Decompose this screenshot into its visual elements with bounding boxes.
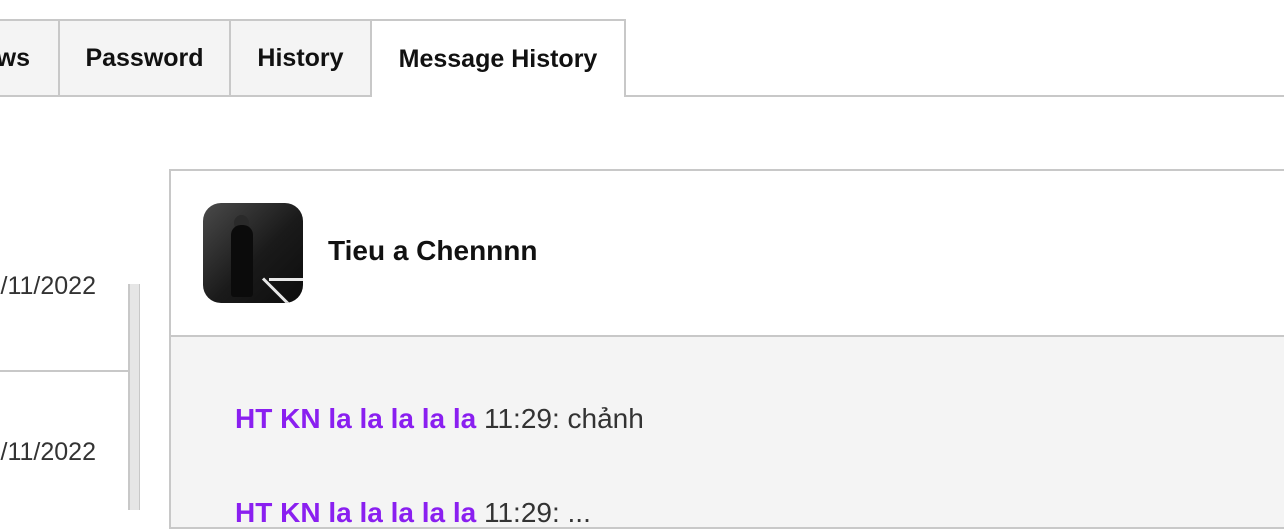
tab-bar-divider — [0, 95, 1284, 97]
avatar-stripe — [269, 278, 303, 281]
tab-label: History — [257, 43, 344, 72]
avatar-figure-shape — [231, 225, 253, 297]
conversation-list-item[interactable]: /11/2022 — [0, 272, 130, 372]
tab-message-history[interactable]: Message History — [370, 19, 626, 97]
tab-bar: ws Password History Message History — [0, 0, 1284, 97]
tab-password[interactable]: Password — [58, 19, 231, 95]
conversation-list-item[interactable]: /11/2022 — [0, 372, 130, 510]
message-text: 11:29: ... — [476, 497, 591, 528]
tab-news[interactable]: ws — [0, 19, 60, 95]
message-list: HT KN la la la la la 11:29: chảnh HT KN … — [171, 337, 1284, 531]
message-text: 11:29: chảnh — [476, 403, 644, 434]
tab-label: Password — [85, 43, 204, 72]
list-scrollbar[interactable] — [130, 284, 140, 510]
message-sender[interactable]: HT KN la la la la la — [235, 403, 476, 434]
message: HT KN la la la la la 11:29: chảnh — [235, 403, 644, 435]
tab-label: Message History — [398, 44, 598, 73]
tab-history[interactable]: History — [229, 19, 372, 95]
conversation-date: /11/2022 — [0, 272, 96, 300]
message-sender[interactable]: HT KN la la la la la — [235, 497, 476, 528]
chat-header: Tieu a Chennnn — [171, 171, 1284, 337]
contact-avatar[interactable] — [203, 203, 303, 303]
contact-name: Tieu a Chennnn — [328, 235, 538, 266]
chat-panel: Tieu a Chennnn HT KN la la la la la 11:2… — [169, 169, 1284, 529]
conversation-date: /11/2022 — [0, 438, 96, 466]
conversation-list: /11/2022 /11/2022 — [0, 272, 140, 510]
tab-label: ws — [0, 43, 30, 72]
message: HT KN la la la la la 11:29: ... — [235, 497, 591, 529]
avatar-stripe — [261, 277, 296, 303]
